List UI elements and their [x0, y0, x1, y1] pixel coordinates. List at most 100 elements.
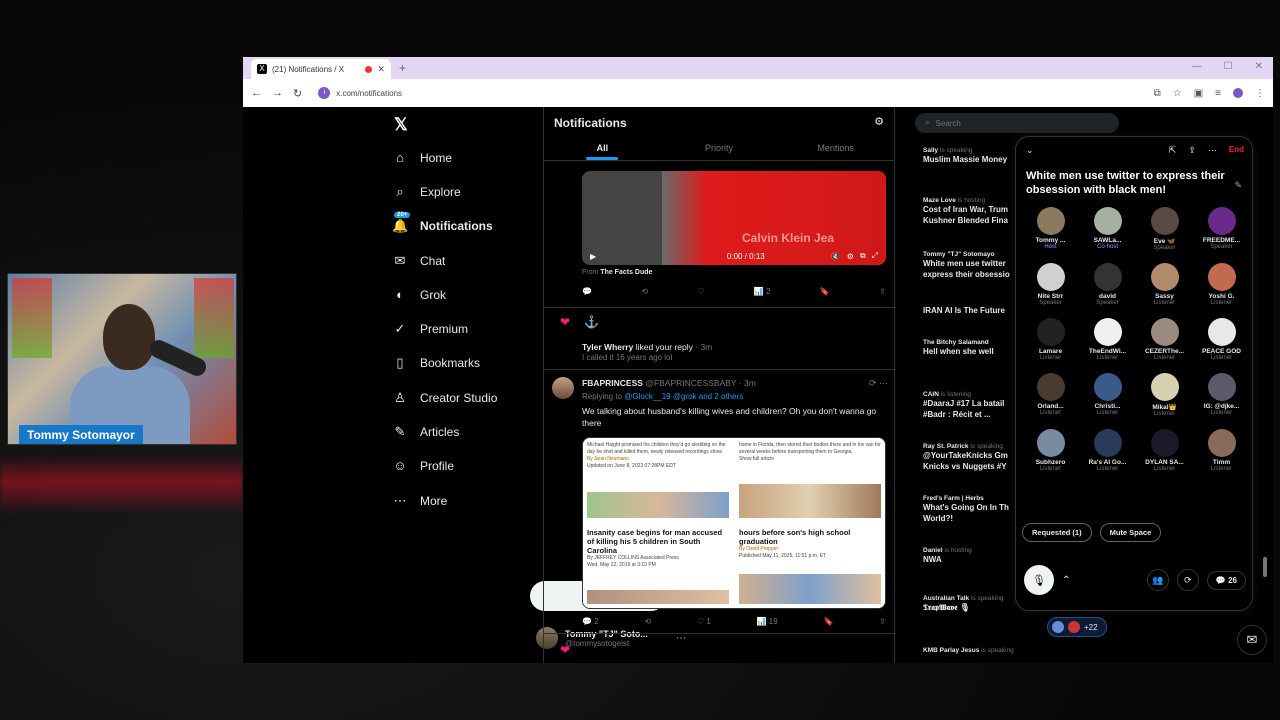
- close-window-icon[interactable]: ✕: [1255, 61, 1263, 72]
- space-card[interactable]: CAIN is listening #DaaraJ #17 La batail #B…: [923, 391, 1023, 420]
- views-icon[interactable]: 📊 2: [754, 287, 771, 296]
- messages-icon[interactable]: ✉: [1237, 625, 1267, 655]
- more-icon[interactable]: ⟳ ⋯: [869, 378, 888, 389]
- bookmark-icon[interactable]: 🔖: [820, 287, 830, 296]
- url-field[interactable]: i x.com/notifications: [312, 83, 1144, 103]
- participant[interactable]: Nite Strr Speaker: [1022, 263, 1079, 306]
- participant[interactable]: Eve 🦋 Speaker: [1136, 207, 1193, 251]
- participant[interactable]: TheEndWi... Listener: [1079, 318, 1136, 361]
- close-tab-icon[interactable]: ✕: [377, 64, 385, 75]
- bookmark-icon[interactable]: 🔖: [823, 617, 833, 626]
- play-icon[interactable]: ▶: [590, 252, 596, 261]
- share-icon[interactable]: ⇪: [879, 287, 886, 296]
- views-icon[interactable]: 📊 19: [757, 617, 778, 626]
- mute-space-button[interactable]: Mute Space: [1099, 523, 1162, 542]
- image-collage[interactable]: Michael Haight promised his children the…: [582, 437, 886, 609]
- avatar[interactable]: [552, 377, 574, 399]
- reaction-icon[interactable]: ⟳: [1176, 569, 1199, 591]
- nav-item-notifications[interactable]: 🔔 20+ Notifications: [392, 212, 493, 234]
- participant[interactable]: Sassy Listener: [1136, 263, 1193, 306]
- participant[interactable]: Timm Listener: [1193, 429, 1250, 472]
- participant[interactable]: Lamare Listener: [1022, 318, 1079, 361]
- more-icon[interactable]: ⋯: [1208, 145, 1217, 156]
- minimize-icon[interactable]: —: [1192, 61, 1202, 72]
- profile-avatar-icon[interactable]: [1233, 87, 1243, 98]
- participant[interactable]: Orland... Listener: [1022, 373, 1079, 417]
- participant[interactable]: DYLAN SA... Listener: [1136, 429, 1193, 472]
- space-card[interactable]: Sally is speaking Muslim Massie Money: [923, 147, 1023, 165]
- mention-links[interactable]: @Glock__19 @grok and 2 others: [624, 392, 743, 401]
- bookmark-star-icon[interactable]: ☆: [1173, 88, 1182, 99]
- reply-icon[interactable]: 💬 2: [582, 617, 599, 626]
- space-card[interactable]: KMB Parlay Jesus is speaking: [923, 647, 1023, 654]
- space-card[interactable]: Fred's Farm | Herbs What's Going On In T…: [923, 495, 1023, 524]
- space-card[interactable]: Daniel is hosting NWA: [923, 547, 1023, 565]
- space-card[interactable]: Tommy "TJ" Sotomayo White men use twitte…: [923, 251, 1023, 280]
- tab-mentions[interactable]: Mentions: [777, 136, 894, 160]
- chevron-up-icon[interactable]: ⌃: [1062, 575, 1070, 586]
- space-card[interactable]: Maze Love is hosting Cost of Iran War, Tr…: [923, 197, 1023, 226]
- participant[interactable]: Subhzero Listener: [1022, 429, 1079, 472]
- author-name[interactable]: FBAPRINCESS: [582, 378, 643, 388]
- participant[interactable]: Mikal👑 Listener: [1136, 373, 1193, 417]
- microphone-icon[interactable]: 🎙: [1024, 565, 1054, 595]
- browser-tab[interactable]: X (21) Notifications / X ✕: [251, 59, 391, 79]
- participant[interactable]: IG: @djke... Listener: [1193, 373, 1250, 417]
- end-space-button[interactable]: End: [1229, 145, 1244, 156]
- edit-icon[interactable]: ✎: [1234, 180, 1242, 191]
- space-card[interactable]: Australian Talk is speaking 𝕿𝖗𝖆𝖕𝖂𝖆𝖛𝖊 🎙: [923, 595, 1023, 613]
- collapse-icon[interactable]: ⌄: [1026, 145, 1034, 156]
- share-icon[interactable]: ⇪: [1188, 145, 1196, 156]
- cast-icon[interactable]: ⧉: [1154, 88, 1161, 99]
- participant[interactable]: david Speaker: [1079, 263, 1136, 306]
- gear-icon[interactable]: ⚙: [874, 115, 884, 128]
- nav-item-explore[interactable]: ⌕ Explore: [392, 184, 460, 200]
- share-icon[interactable]: ⇪: [879, 617, 886, 626]
- space-card[interactable]: The Bitchy Salamand Hell when she well: [923, 339, 1023, 357]
- search-input[interactable]: ⌕ Search: [915, 113, 1119, 133]
- back-icon[interactable]: ←: [251, 87, 262, 99]
- nav-item-grok[interactable]: ◐ Grok: [392, 287, 446, 302]
- nav-item-creator-studio[interactable]: ♙ Creator Studio: [392, 390, 497, 406]
- space-card[interactable]: IRAN AI Is The Future: [923, 305, 1023, 316]
- nav-item-premium[interactable]: ✓ Premium: [392, 321, 468, 337]
- new-tab-button[interactable]: +: [399, 61, 406, 75]
- repost-icon[interactable]: ⟲: [641, 287, 648, 296]
- menu-icon[interactable]: ⋮: [1255, 88, 1265, 99]
- pip-icon[interactable]: ⧉: [860, 251, 866, 261]
- sidepanel-icon[interactable]: ▣: [1194, 88, 1203, 99]
- nav-item-profile[interactable]: ☺ Profile: [392, 458, 454, 473]
- space-card[interactable]: Ray St. Patrick is speaking @YourTakeKnic…: [923, 443, 1023, 472]
- like-notification[interactable]: Tyler Wherry liked your reply · 3m: [582, 342, 712, 352]
- popout-icon[interactable]: ⇱: [1169, 145, 1177, 156]
- people-icon[interactable]: 👥: [1146, 569, 1169, 591]
- settings-icon[interactable]: ⚙: [847, 252, 854, 261]
- tab-all[interactable]: All: [544, 136, 661, 160]
- source-name[interactable]: The Facts Dude: [600, 269, 652, 276]
- participant[interactable]: FREEDME... Speaker: [1193, 207, 1250, 251]
- user-avatar-icon[interactable]: ⚓: [584, 315, 599, 329]
- like-icon[interactable]: ♡ 1: [697, 617, 711, 626]
- participant[interactable]: Christi... Listener: [1079, 373, 1136, 417]
- nav-item-chat[interactable]: ✉ Chat: [392, 253, 446, 269]
- volume-icon[interactable]: 🔇: [831, 252, 841, 261]
- media-icon[interactable]: ≡: [1215, 88, 1221, 99]
- nav-item-bookmarks[interactable]: ▯ Bookmarks: [392, 355, 480, 371]
- x-logo-icon[interactable]: 𝕏: [394, 115, 408, 135]
- video-player[interactable]: Calvin Klein Jea ▶ 0:00 / 0:13 🔇 ⚙ ⧉ ⤢: [582, 171, 886, 265]
- participant[interactable]: PEACE GOD Listener: [1193, 318, 1250, 361]
- maximize-icon[interactable]: ☐: [1224, 61, 1233, 72]
- forward-icon[interactable]: →: [272, 87, 283, 99]
- requested-button[interactable]: Requested (1): [1022, 523, 1092, 542]
- like-icon[interactable]: ♡: [697, 287, 704, 296]
- participant[interactable]: Yoshi G. Listener: [1193, 263, 1250, 306]
- site-info-icon[interactable]: i: [318, 87, 331, 99]
- reload-icon[interactable]: ↻: [293, 87, 302, 100]
- scrollbar[interactable]: [1263, 557, 1267, 577]
- participant[interactable]: CEZERThe... Listener: [1136, 318, 1193, 361]
- fullscreen-icon[interactable]: ⤢: [872, 251, 878, 261]
- nav-item-articles[interactable]: ✎ Articles: [392, 424, 460, 440]
- comments-button[interactable]: 💬 26: [1206, 570, 1246, 590]
- nav-item-more[interactable]: ⋯ More: [392, 493, 448, 509]
- participant[interactable]: SAWLa... Co-host: [1079, 207, 1136, 251]
